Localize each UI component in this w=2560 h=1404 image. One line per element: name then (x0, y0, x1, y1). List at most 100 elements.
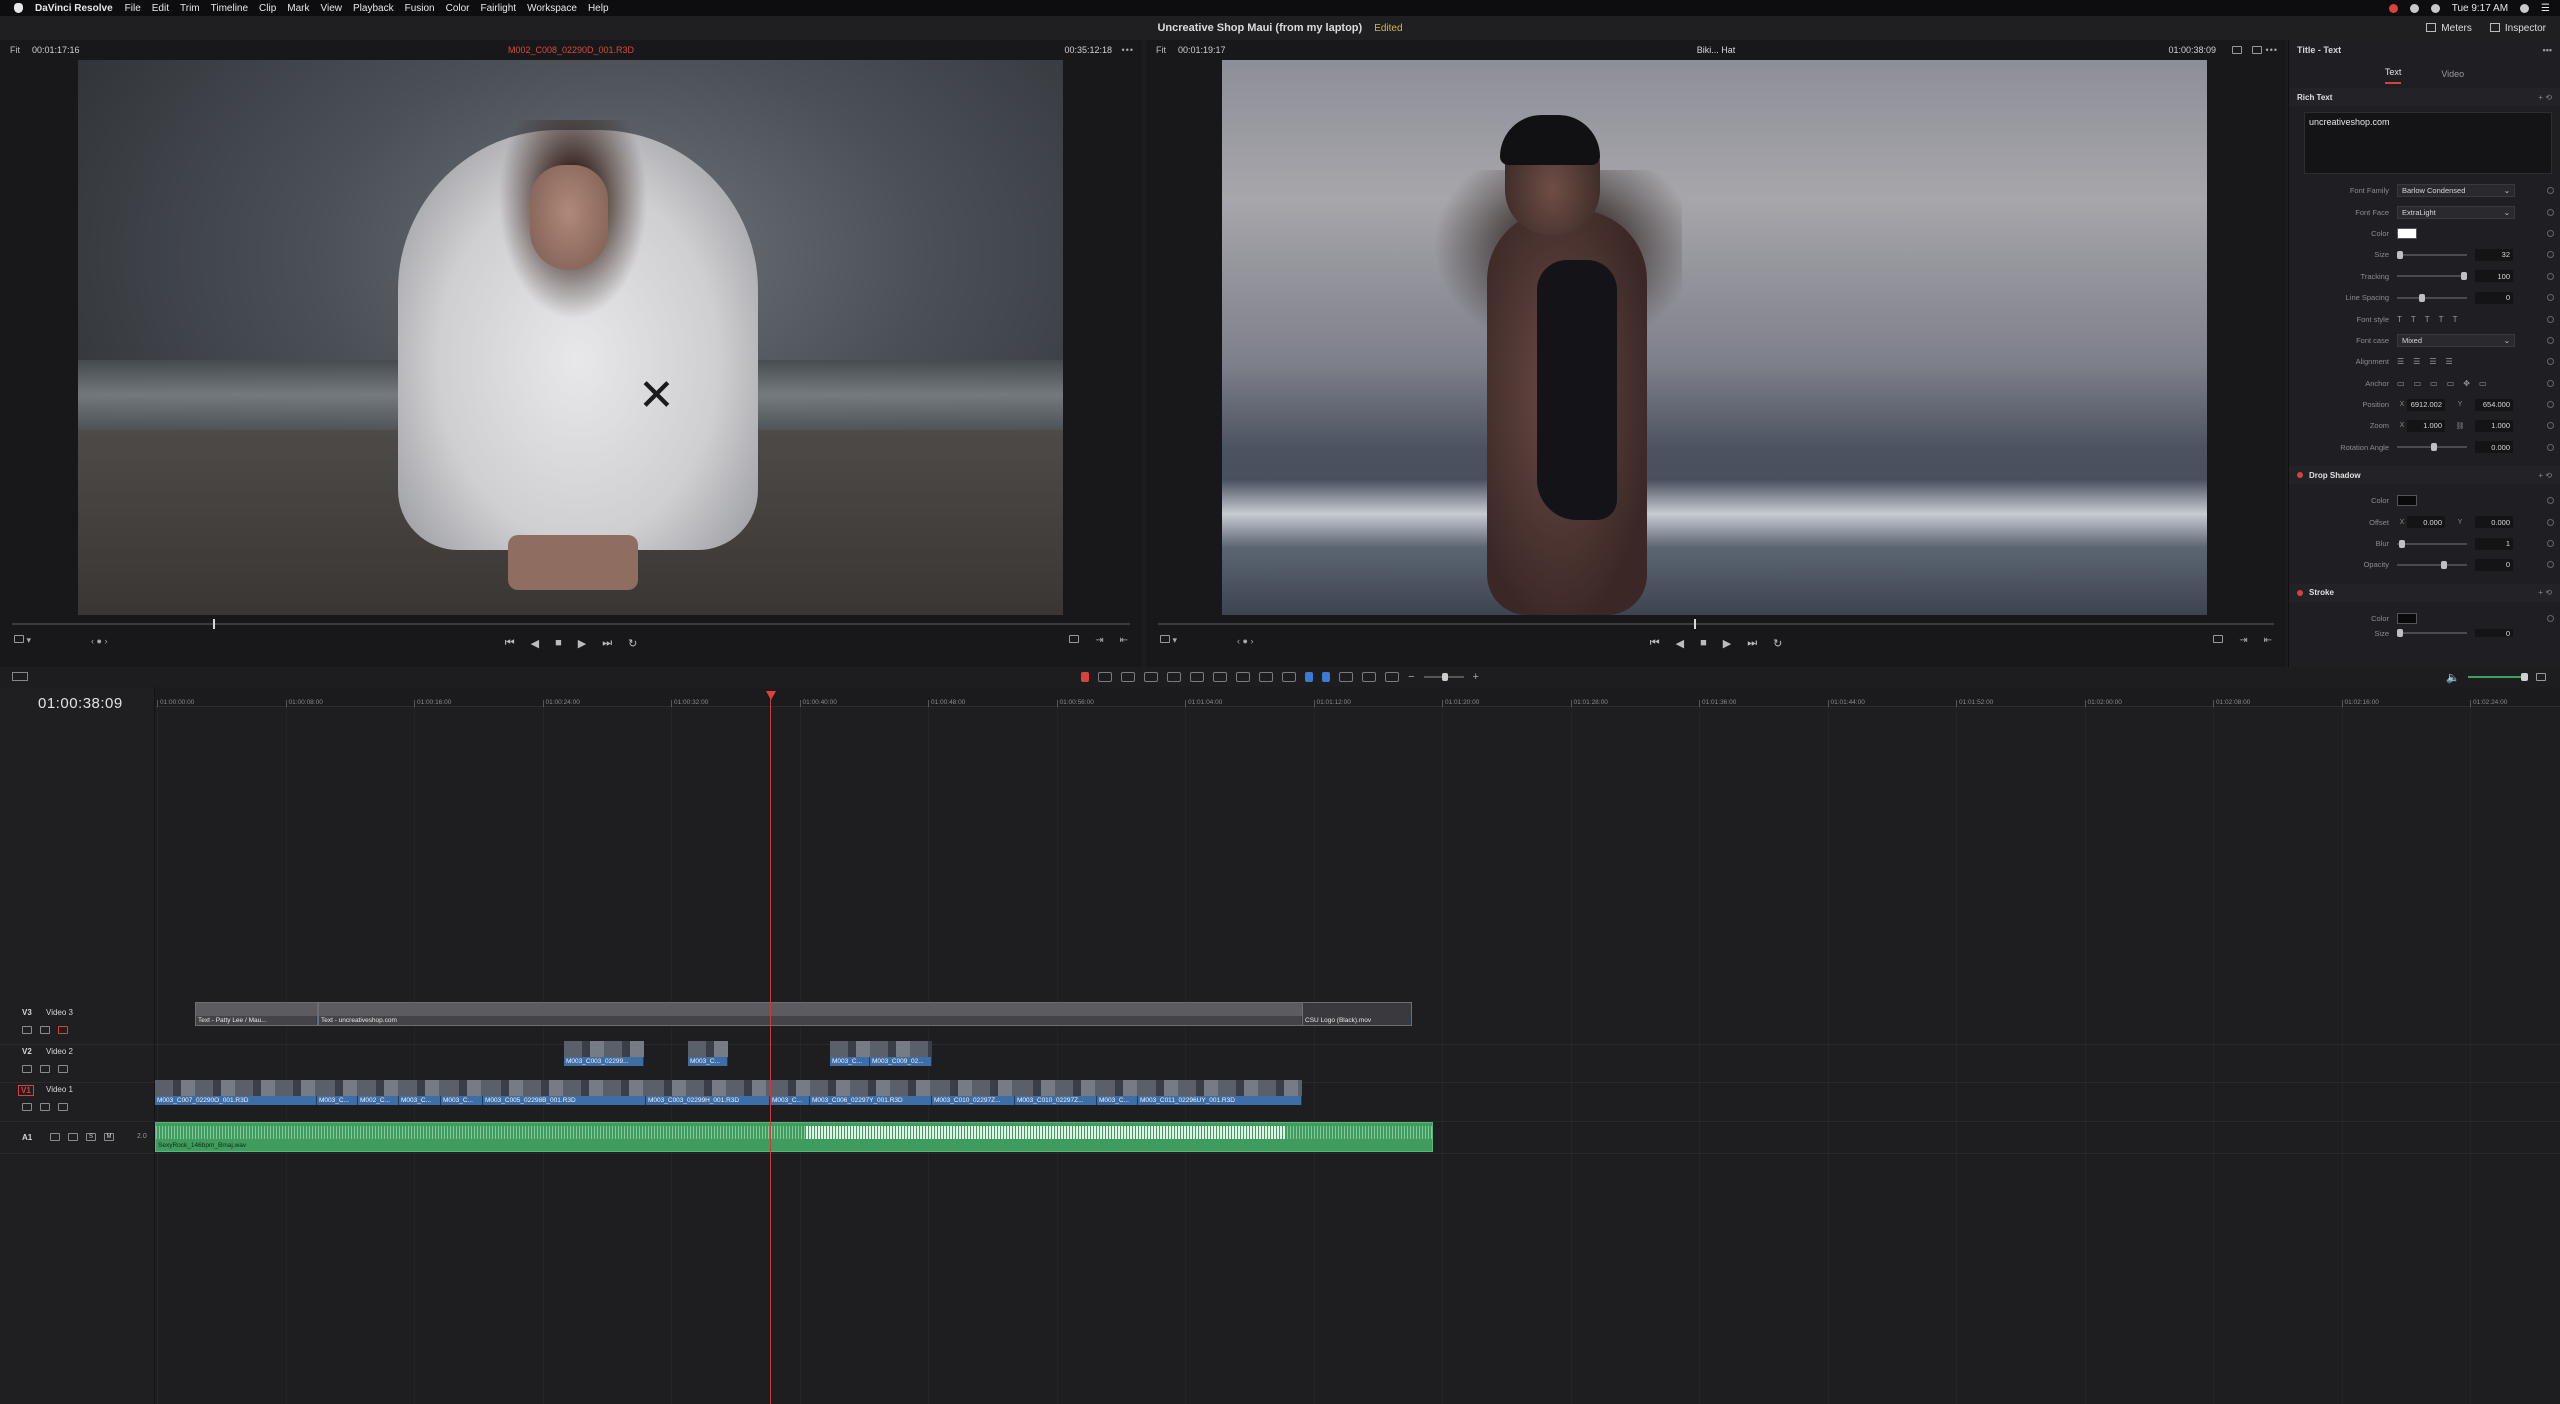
a1-mute-button[interactable]: M (104, 1133, 114, 1141)
menu-playback[interactable]: Playback (353, 3, 394, 14)
rotation-reset-icon[interactable] (2547, 443, 2554, 451)
insert-clip-icon[interactable] (1167, 672, 1182, 682)
align-center-icon[interactable]: ☰ (2413, 357, 2420, 366)
wifi-icon[interactable] (2409, 3, 2419, 13)
v2-clip-3[interactable]: M003_C... (830, 1041, 870, 1066)
size-value[interactable]: 32 (2475, 248, 2513, 261)
source-play-icon[interactable]: ▶ (578, 637, 586, 650)
align-justify-icon[interactable]: ☰ (2446, 357, 2453, 366)
zoom-detail-icon[interactable] (1362, 672, 1377, 682)
offset-reset-icon[interactable] (2547, 518, 2554, 526)
anchor-right-icon[interactable]: ▭ (2479, 379, 2487, 388)
source-stop-icon[interactable]: ■ (555, 637, 562, 649)
timeline-scrub-bar[interactable] (1158, 619, 2274, 629)
timeline-play-icon[interactable]: ▶ (1723, 637, 1731, 650)
timeline-current-timecode[interactable]: 01:00:38:09 (38, 695, 123, 712)
menu-workspace[interactable]: Workspace (527, 3, 577, 14)
menu-file[interactable]: File (125, 3, 141, 14)
source-reverse-icon[interactable]: ◀ (531, 637, 539, 650)
audio-clip-music[interactable]: SexyRock_146bpm_Bmaj.wav (155, 1122, 1433, 1152)
timeline-playhead-handle[interactable] (766, 691, 776, 700)
zoom-x-value[interactable]: 1.000 (2407, 419, 2445, 432)
size-reset-icon[interactable] (2547, 251, 2554, 259)
source-last-frame-icon[interactable]: ⏭ (602, 637, 612, 650)
replace-clip-icon[interactable] (1213, 672, 1228, 682)
line-spacing-reset-icon[interactable] (2547, 294, 2554, 302)
v3-lock-icon[interactable] (22, 1026, 32, 1034)
v1-clip-2[interactable]: M003_C... (317, 1080, 358, 1105)
stroke-size-slider[interactable] (2397, 629, 2467, 638)
marker-icon[interactable] (1322, 672, 1331, 682)
offset-y-value[interactable]: 0.000 (2475, 516, 2513, 529)
blur-slider-knob[interactable] (2399, 539, 2405, 548)
anchor-top-icon[interactable]: ▭ (2397, 379, 2405, 388)
position-x-value[interactable]: 6912.002 (2407, 398, 2445, 411)
font-family-reset-icon[interactable] (2547, 187, 2554, 195)
color-reset-icon[interactable] (2547, 229, 2554, 237)
zoom-reset-icon[interactable] (2547, 422, 2554, 430)
selection-tool-icon[interactable] (1081, 672, 1090, 682)
opacity-slider[interactable] (2397, 560, 2467, 569)
snapping-icon[interactable] (1236, 672, 1251, 682)
control-center-icon[interactable]: ☰ (2541, 3, 2550, 14)
v1-clip-8[interactable]: M003_C... (770, 1080, 810, 1105)
rich-text-add-icon[interactable]: + ⟲ (2538, 93, 2552, 102)
tracking-reset-icon[interactable] (2547, 272, 2554, 280)
font-face-dropdown[interactable]: ExtraLight ⌄ (2397, 205, 2515, 219)
logo-clip[interactable]: CSU Logo (Black).mov (1302, 1002, 1412, 1026)
v3-auto-select-icon[interactable] (40, 1026, 50, 1034)
v2-clip-4[interactable]: M003_C009_02... (870, 1041, 932, 1066)
rotation-slider[interactable] (2397, 443, 2467, 452)
menu-fusion[interactable]: Fusion (405, 3, 435, 14)
blade-tool-icon[interactable] (1144, 672, 1159, 682)
font-family-dropdown[interactable]: Barlow Condensed ⌄ (2397, 184, 2515, 198)
zoom-out-icon[interactable]: − (1408, 671, 1414, 683)
zoom-y-value[interactable]: 1.000 (2475, 419, 2513, 432)
v1-clip-7[interactable]: M003_C003_02299H_001.R3D (646, 1080, 770, 1105)
drop-shadow-section[interactable]: Drop Shadow + ⟲ (2289, 466, 2560, 485)
source-scrub-bar[interactable] (12, 619, 1130, 629)
shadow-color-reset-icon[interactable] (2547, 497, 2554, 505)
font-style-reset-icon[interactable] (2547, 315, 2554, 323)
shadow-color-swatch[interactable] (2397, 495, 2417, 507)
timeline-mark-in-icon[interactable]: ⇥ (2239, 635, 2247, 646)
zoom-link-icon[interactable]: ⛓ (2445, 422, 2475, 430)
zoom-in-icon[interactable]: + (1473, 671, 1479, 683)
menu-timeline[interactable]: Timeline (211, 3, 248, 14)
blur-value[interactable]: 1 (2475, 537, 2513, 550)
source-video-frame[interactable]: ✕ (78, 60, 1063, 615)
stroke-enable-icon[interactable] (2297, 589, 2303, 596)
anchor-bottom-icon[interactable]: ▭ (2430, 379, 2438, 388)
volume-slider[interactable] (2468, 673, 2528, 681)
menu-clock[interactable]: Tue 9:17 AM (2452, 3, 2508, 14)
font-style-strike-button[interactable]: T (2425, 315, 2430, 324)
source-first-frame-icon[interactable]: ⏮ (505, 637, 515, 650)
menu-view[interactable]: View (321, 3, 343, 14)
a1-lock-icon[interactable] (50, 1133, 60, 1141)
battery-icon[interactable] (2430, 3, 2440, 13)
track-name-v2[interactable]: Video 2 (46, 1047, 73, 1056)
timeline-stop-icon[interactable]: ■ (1700, 637, 1707, 649)
audio-scrub-icon[interactable] (2232, 46, 2242, 54)
menu-edit[interactable]: Edit (152, 3, 169, 14)
timeline-name[interactable]: Biki... Hat (1146, 45, 2286, 55)
rich-text-input[interactable]: uncreativeshop.com (2304, 112, 2552, 174)
v2-clip-2[interactable]: M003_C... (688, 1041, 728, 1066)
v1-auto-select-icon[interactable] (40, 1103, 50, 1111)
stroke-size-value[interactable]: 0 (2475, 629, 2513, 638)
linked-selection-icon[interactable] (1259, 672, 1274, 682)
v1-clip-10[interactable]: M003_C010_02297Z... (932, 1080, 1015, 1105)
v3-disable-icon[interactable] (58, 1026, 68, 1034)
track-name-v3[interactable]: Video 3 (46, 1008, 73, 1017)
menu-fairlight[interactable]: Fairlight (481, 3, 517, 14)
timeline-view-options-icon[interactable] (12, 672, 28, 681)
timeline-last-frame-icon[interactable]: ⏭ (1747, 637, 1757, 650)
volume-knob[interactable] (2521, 673, 2528, 681)
line-spacing-slider[interactable] (2397, 293, 2467, 302)
align-left-icon[interactable]: ☰ (2397, 357, 2404, 366)
blur-reset-icon[interactable] (2547, 540, 2554, 548)
drop-shadow-enable-icon[interactable] (2297, 472, 2303, 479)
timeline-mark-out-icon[interactable]: ⇤ (2264, 635, 2272, 646)
timeline-loop-icon[interactable]: ↻ (1773, 637, 1782, 650)
anchor-middle-icon[interactable]: ▭ (2414, 379, 2422, 388)
